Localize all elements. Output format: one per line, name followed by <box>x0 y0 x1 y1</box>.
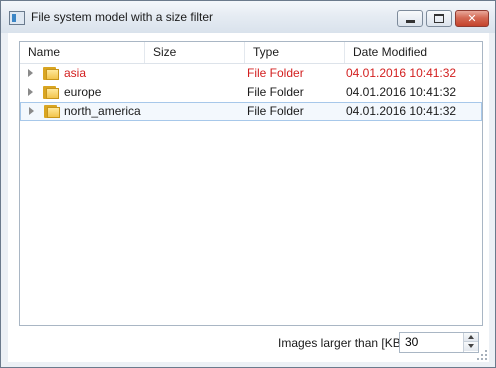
row-name: asia <box>64 66 87 80</box>
tree-rows: asia File Folder 04.01.2016 10:41:32 eur… <box>20 64 482 121</box>
close-icon: ✕ <box>467 12 477 25</box>
folder-icon <box>43 66 59 80</box>
main-window: File system model with a size filter ✕ N… <box>0 0 496 368</box>
file-tree-view[interactable]: Name Size Type Date Modified asia File F… <box>19 41 483 326</box>
arrow-up-icon <box>468 335 474 339</box>
caption-buttons: ✕ <box>394 10 489 27</box>
row-name: north_america <box>64 104 141 118</box>
row-date: 04.01.2016 10:41:32 <box>346 85 457 99</box>
size-filter-spinbox[interactable]: 30 <box>399 332 479 353</box>
maximize-button[interactable] <box>426 10 452 27</box>
tree-row-europe[interactable]: europe File Folder 04.01.2016 10:41:32 <box>20 83 482 102</box>
column-header-size[interactable]: Size <box>145 42 245 63</box>
folder-icon <box>43 85 59 99</box>
spin-up-button[interactable] <box>464 333 478 342</box>
resize-grip-icon[interactable] <box>477 350 487 360</box>
row-date: 04.01.2016 10:41:32 <box>346 66 457 80</box>
tree-row-north-america[interactable]: north_america File Folder 04.01.2016 10:… <box>20 102 482 121</box>
size-filter-label: Images larger than [KB] <box>278 336 405 350</box>
column-header-type[interactable]: Type <box>245 42 345 63</box>
expand-arrow-icon[interactable] <box>29 107 34 115</box>
spin-down-button[interactable] <box>464 342 478 351</box>
row-type: File Folder <box>247 85 304 99</box>
maximize-icon <box>434 14 444 23</box>
arrow-down-icon <box>468 344 474 348</box>
spin-buttons <box>463 333 478 352</box>
app-window-icon <box>9 11 25 25</box>
close-button[interactable]: ✕ <box>455 10 489 27</box>
row-date: 04.01.2016 10:41:32 <box>346 104 457 118</box>
row-type: File Folder <box>247 66 304 80</box>
tree-header: Name Size Type Date Modified <box>20 42 482 64</box>
title-bar[interactable]: File system model with a size filter ✕ <box>1 1 495 33</box>
column-header-date-modified[interactable]: Date Modified <box>345 42 482 63</box>
folder-icon <box>44 104 60 118</box>
size-filter-value[interactable]: 30 <box>405 333 418 352</box>
column-header-name[interactable]: Name <box>20 42 145 63</box>
row-name: europe <box>64 85 102 99</box>
client-area: Name Size Type Date Modified asia File F… <box>8 33 489 362</box>
tree-row-asia[interactable]: asia File Folder 04.01.2016 10:41:32 <box>20 64 482 83</box>
expand-arrow-icon[interactable] <box>28 88 33 96</box>
minimize-icon <box>405 19 415 23</box>
row-type: File Folder <box>247 104 304 118</box>
minimize-button[interactable] <box>397 10 423 27</box>
window-title: File system model with a size filter <box>31 10 214 24</box>
expand-arrow-icon[interactable] <box>28 69 33 77</box>
